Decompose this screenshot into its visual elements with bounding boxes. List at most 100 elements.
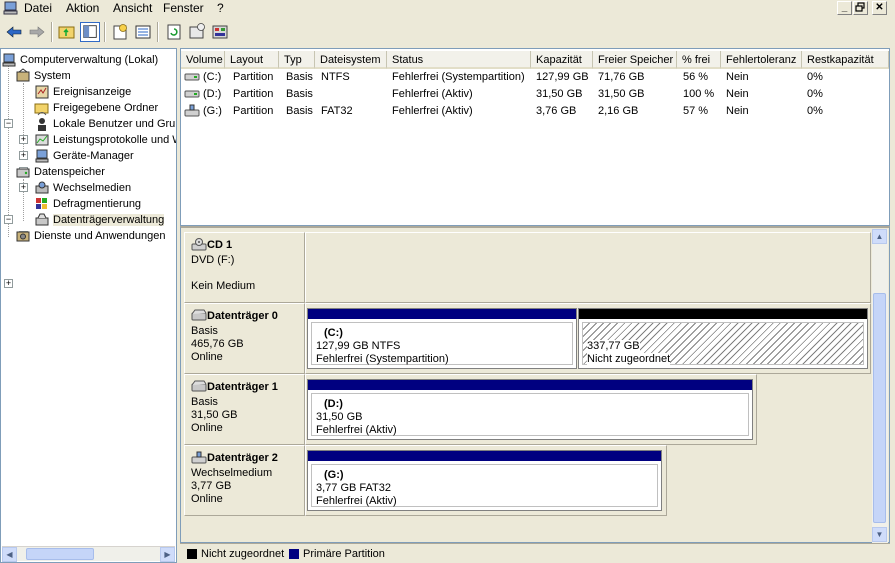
storage-icon <box>16 168 30 178</box>
tree-item-system[interactable]: System <box>15 68 71 84</box>
computer-management-icon[interactable] <box>3 1 19 15</box>
disk-label-disk0[interactable]: Datenträger 0 Basis 465,76 GB Online <box>184 303 305 374</box>
column-header-kapazitaet[interactable]: Kapazität <box>531 51 593 69</box>
legend-swatch-primary <box>289 549 299 559</box>
cell-dateisystem: FAT32 <box>321 105 353 117</box>
menu-aktion[interactable]: Aktion <box>66 1 99 15</box>
cd-drive-icon <box>191 238 207 251</box>
tree-label: Leistungsprotokolle und W <box>53 134 177 146</box>
column-header-freier-speicher[interactable]: Freier Speicher <box>593 51 677 69</box>
partition-g[interactable]: (G:) 3,77 GB FAT32 Fehlerfrei (Aktiv) <box>307 450 662 511</box>
unallocated-size: 337,77 GB <box>587 340 640 353</box>
scroll-thumb[interactable] <box>873 293 886 523</box>
hard-disk-icon <box>191 309 207 321</box>
cell-fehlertoleranz: Nein <box>726 105 749 117</box>
disk-status: Online <box>191 351 223 363</box>
export-list-icon[interactable] <box>133 22 153 42</box>
column-header-prozent-frei[interactable]: % frei <box>677 51 721 69</box>
minimize-icon[interactable]: _ <box>837 1 852 15</box>
primary-partition-bar <box>308 451 661 461</box>
show-hide-tree-icon[interactable] <box>80 22 100 42</box>
cell-volume: (D:) <box>203 88 222 100</box>
column-header-dateisystem[interactable]: Dateisystem <box>315 51 387 69</box>
tree-label: Lokale Benutzer und Grup <box>53 118 177 130</box>
unallocated-space[interactable]: 337,77 GB Nicht zugeordnet <box>578 308 868 369</box>
refresh-icon[interactable] <box>164 22 184 42</box>
partition-body: (D:) 31,50 GB Fehlerfrei (Aktiv) <box>311 393 749 436</box>
help-icon[interactable] <box>187 22 207 42</box>
unallocated-bar <box>579 309 867 319</box>
console-tree[interactable]: Computerverwaltung (Lokal) − System + Er… <box>0 48 177 563</box>
disk-icon[interactable] <box>210 22 230 42</box>
properties-icon[interactable] <box>110 22 130 42</box>
partition-body: 337,77 GB Nicht zugeordnet <box>582 322 864 366</box>
tree-item-wechselmedien[interactable]: Wechselmedien <box>34 180 131 196</box>
column-header-layout[interactable]: Layout <box>225 51 279 69</box>
tree-item-datentraegerverwaltung[interactable]: Datenträgerverwaltung <box>34 212 165 228</box>
tree-item-dienste[interactable]: Dienste und Anwendungen <box>15 228 166 244</box>
tree-horizontal-scrollbar[interactable]: ◀ ▶ <box>2 546 175 562</box>
up-folder-icon[interactable] <box>57 22 77 42</box>
disk-graph-pane[interactable]: CD 1 DVD (F:) Kein Medium Datenträger 0 … <box>180 226 890 543</box>
expand-toggle[interactable]: + <box>19 183 28 192</box>
tree-item-ereignisanzeige[interactable]: Ereignisanzeige <box>34 84 131 100</box>
cell-prozent-frei: 57 % <box>683 105 709 117</box>
disk-drive-label: DVD (F:) <box>191 254 235 266</box>
computer-management-icon <box>2 53 16 67</box>
unallocated-status: Nicht zugeordnet <box>587 353 671 366</box>
partition-d[interactable]: (D:) 31,50 GB Fehlerfrei (Aktiv) <box>307 379 753 440</box>
scroll-left-icon[interactable]: ◀ <box>2 547 17 562</box>
disk-label-cd1[interactable]: CD 1 DVD (F:) Kein Medium <box>184 232 305 303</box>
column-header-fehlertoleranz[interactable]: Fehlertoleranz <box>721 51 802 69</box>
menu-bar: Datei Aktion Ansicht Fenster ? _ ✕ <box>0 0 895 18</box>
expand-toggle[interactable]: + <box>19 151 28 160</box>
disk-pane-vertical-scrollbar[interactable]: ▲ ▼ <box>872 229 888 543</box>
cell-layout: Partition <box>233 71 274 83</box>
tree-item-lokale-benutzer[interactable]: Lokale Benutzer und Grup <box>34 116 177 132</box>
device-manager-icon <box>35 149 49 163</box>
menu-help[interactable]: ? <box>217 1 224 15</box>
disk-type: Basis <box>191 325 218 337</box>
tree-item-datenspeicher[interactable]: Datenspeicher <box>15 164 105 180</box>
scroll-right-icon[interactable]: ▶ <box>160 547 175 562</box>
expand-toggle[interactable]: + <box>4 279 13 288</box>
disk-size: 31,50 GB <box>191 409 238 421</box>
toolbar-separator <box>51 22 53 42</box>
forward-arrow-icon[interactable] <box>27 22 47 42</box>
menu-fenster[interactable]: Fenster <box>163 1 204 15</box>
disk-label-disk1[interactable]: Datenträger 1 Basis 31,50 GB Online <box>184 374 305 445</box>
volume-list[interactable]: Volume Layout Typ Dateisystem Status Kap… <box>180 48 890 226</box>
back-arrow-icon[interactable] <box>4 22 24 42</box>
column-header-status[interactable]: Status <box>387 51 531 69</box>
removable-drive-icon <box>184 104 200 117</box>
hard-disk-icon <box>191 380 207 392</box>
expand-toggle[interactable]: + <box>19 135 28 144</box>
primary-partition-bar <box>308 380 752 390</box>
column-header-restkapazitaet[interactable]: Restkapazität <box>802 51 889 69</box>
tree-item-leistungsprotokolle[interactable]: Leistungsprotokolle und W <box>34 132 177 148</box>
collapse-toggle[interactable]: − <box>4 119 13 128</box>
users-icon <box>38 118 46 131</box>
partition-c[interactable]: (C:) 127,99 GB NTFS Fehlerfrei (Systempa… <box>307 308 577 369</box>
disk-title: CD 1 <box>191 238 232 252</box>
tree-label: Freigegebene Ordner <box>53 102 159 114</box>
scroll-thumb[interactable] <box>26 548 94 560</box>
tree-item-computerverwaltung[interactable]: Computerverwaltung (Lokal) <box>1 52 158 68</box>
collapse-toggle[interactable]: − <box>4 215 13 224</box>
disk-type: Wechselmedium <box>191 467 273 479</box>
scroll-down-icon[interactable]: ▼ <box>872 527 887 542</box>
close-icon[interactable]: ✕ <box>872 1 887 15</box>
column-header-typ[interactable]: Typ <box>279 51 315 69</box>
scroll-up-icon[interactable]: ▲ <box>872 229 887 244</box>
column-header-volume[interactable]: Volume <box>181 51 225 69</box>
disk-size: 3,77 GB <box>191 480 232 492</box>
tree-item-freigegebene-ordner[interactable]: Freigegebene Ordner <box>34 100 158 116</box>
menu-datei[interactable]: Datei <box>24 1 52 15</box>
menu-ansicht[interactable]: Ansicht <box>113 1 152 15</box>
tree-item-geraete-manager[interactable]: Geräte-Manager <box>34 148 134 164</box>
disk-label-disk2[interactable]: Datenträger 2 Wechselmedium 3,77 GB Onli… <box>184 445 305 516</box>
tree-item-defragmentierung[interactable]: Defragmentierung <box>34 196 141 212</box>
tree-label: Datenspeicher <box>34 166 105 178</box>
legend-label-primary: Primäre Partition <box>303 548 385 560</box>
restore-icon[interactable] <box>853 1 868 15</box>
